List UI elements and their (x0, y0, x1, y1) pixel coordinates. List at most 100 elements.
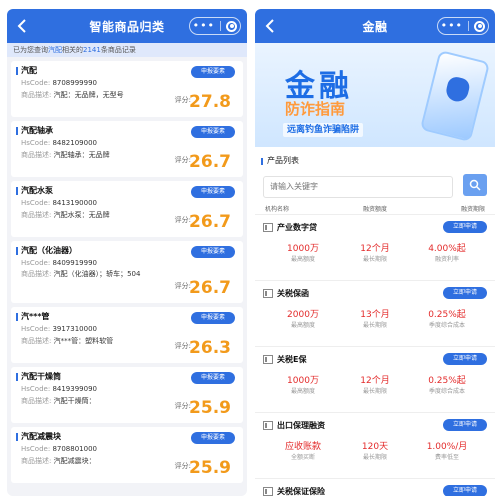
shield-icon (444, 75, 472, 104)
bank-icon (263, 486, 273, 496)
stat-cell: 1.00%/月 费率低至 (415, 441, 479, 463)
declaration-elements-button[interactable]: 申报要素 (191, 126, 235, 138)
hscode-value: 8419399090 (52, 385, 97, 393)
hscode-label: HsCode: (21, 325, 51, 333)
record-keyword: 汽配 (48, 46, 62, 54)
product-stats: 应收账款 全额买断 120天 最长期限 1.00%/月 费率低至 (263, 431, 487, 463)
description-value: 汽配（化油器）；轿车；504 (53, 270, 141, 278)
score-value: 27.8 (189, 92, 231, 112)
hscode-value: 3917310000 (52, 325, 97, 333)
stat-label: 全额买断 (290, 454, 315, 461)
product-card[interactable]: 汽配（化油器） HsCode: 8409919990 商品描述: 汽配（化油器）… (11, 241, 243, 303)
column-header: 融资额度 (362, 206, 387, 213)
stat-label: 费率低至 (434, 454, 459, 461)
stat-value: 应收账款 (284, 442, 321, 452)
product-card[interactable]: 汽配 HsCode: 8708999990 商品描述: 汽配：无品牌，无型号 申… (11, 61, 243, 117)
apply-now-button[interactable]: 立即申请 (443, 221, 487, 233)
stat-value: 12个月 (360, 376, 390, 386)
hscode-label: HsCode: (21, 199, 51, 207)
stat-cell: 2000万 最高额度 (271, 309, 335, 331)
product-name: 产业数字贷 (277, 222, 317, 232)
product-card[interactable]: 汽配轴承 HsCode: 8482109000 商品描述: 汽配轴承：无品牌 申… (11, 121, 243, 177)
banner-subheadline: 防诈指南 (285, 100, 346, 118)
product-name: 出口保理融资 (277, 420, 325, 430)
search-button[interactable] (463, 174, 487, 196)
description-label: 商品描述: (21, 91, 52, 99)
more-icon[interactable]: ••• (193, 20, 215, 31)
hscode-label: HsCode: (21, 139, 51, 147)
record-mid: 相关的 (62, 46, 83, 54)
hscode-value: 8482109000 (52, 139, 97, 147)
anti-fraud-banner[interactable]: 金融 防诈指南 远离钓鱼诈骗陷阱 (255, 43, 495, 147)
declaration-elements-button[interactable]: 申报要素 (191, 66, 235, 78)
stat-cell: 13个月 最长期限 (343, 309, 407, 331)
stat-cell: 12个月 最长期限 (343, 243, 407, 265)
close-target-icon[interactable] (226, 20, 238, 32)
finance-product: 关税E保 立即申请 1000万 最高额度 12个月 最长期限 0.25%起 季度… (255, 346, 495, 412)
product-card[interactable]: 汽配干燥筒 HsCode: 8419399090 商品描述: 汽配干燥筒： 申报… (11, 367, 243, 423)
stat-value: 1.00%/月 (426, 442, 468, 452)
description-label: 商品描述: (21, 211, 52, 219)
hscode-row: HsCode: 8708801000 (21, 443, 237, 455)
description-row: 商品描述: 汽配（化油器）；轿车；504 (21, 269, 169, 279)
apply-now-button[interactable]: 立即申请 (443, 485, 487, 496)
product-stats: 2000万 最高额度 13个月 最长期限 0.25%起 季度综合成本 (263, 299, 487, 331)
hscode-row: HsCode: 8419399090 (21, 383, 237, 395)
stat-label: 最长期限 (362, 256, 387, 263)
description-value: 汽配：无品牌，无型号 (53, 91, 124, 99)
finance-product: 关税保证保险 立即申请 (255, 478, 495, 496)
declaration-elements-button[interactable]: 申报要素 (191, 432, 235, 444)
hscode-row: HsCode: 8409919990 (21, 257, 237, 269)
finance-product: 出口保理融资 立即申请 应收账款 全额买断 120天 最长期限 1.00%/月 … (255, 412, 495, 478)
apply-now-button[interactable]: 立即申请 (443, 419, 487, 431)
declaration-elements-button[interactable]: 申报要素 (191, 186, 235, 198)
declaration-elements-button[interactable]: 申报要素 (191, 246, 235, 258)
bank-icon (263, 222, 273, 232)
apply-now-button[interactable]: 立即申请 (443, 287, 487, 299)
product-stats: 1000万 最高额度 12个月 最长期限 0.25%起 季度综合成本 (263, 365, 487, 397)
stat-label: 最长期限 (362, 388, 387, 395)
column-header: 机构名称 (265, 206, 290, 213)
bank-icon (263, 420, 273, 430)
close-target-icon[interactable] (474, 20, 486, 32)
score-value: 26.3 (189, 338, 231, 358)
stat-cell: 0.25%起 季度综合成本 (415, 375, 479, 397)
stat-value: 120天 (361, 442, 389, 452)
product-card[interactable]: 汽***管 HsCode: 3917310000 商品描述: 汽***管：塑料软… (11, 307, 243, 363)
product-name: 关税保证保险 (277, 486, 325, 496)
more-icon[interactable]: ••• (441, 20, 463, 31)
stat-cell: 12个月 最长期限 (343, 375, 407, 397)
stat-value: 2000万 (287, 310, 319, 320)
back-arrow-icon[interactable] (263, 17, 279, 35)
stat-cell: 1000万 最高额度 (271, 375, 335, 397)
stat-label: 融资利率 (434, 256, 459, 263)
stat-cell: 0.25%起 季度综合成本 (415, 309, 479, 331)
apply-now-button[interactable]: 立即申请 (443, 353, 487, 365)
hscode-row: HsCode: 8413190000 (21, 197, 237, 209)
finance-product: 产业数字贷 立即申请 1000万 最高额度 12个月 最长期限 4.00%起 融… (255, 214, 495, 280)
stat-label: 最长期限 (362, 454, 387, 461)
product-card[interactable]: 汽配水泵 HsCode: 8413190000 商品描述: 汽配水泵：无品牌 申… (11, 181, 243, 237)
stat-cell: 4.00%起 融资利率 (415, 243, 479, 265)
product-card[interactable]: 汽配减震块 HsCode: 8708801000 商品描述: 汽配减震块： 申报… (11, 427, 243, 483)
search-icon (469, 179, 481, 191)
capsule-divider (220, 21, 222, 31)
record-count: 2141 (83, 46, 101, 54)
score-value: 26.7 (189, 278, 231, 298)
record-prefix: 已为您查询 (13, 46, 48, 54)
hscode-row: HsCode: 8482109000 (21, 137, 237, 149)
description-label: 商品描述: (21, 270, 52, 278)
stat-label: 最长期限 (362, 322, 387, 329)
hscode-row: HsCode: 8708999990 (21, 77, 237, 89)
declaration-elements-button[interactable]: 申报要素 (191, 312, 235, 324)
product-classification-screen: 智能商品归类 ••• 已为您查询汽配相关的2141条商品记录 汽配 HsCode… (7, 9, 247, 496)
page-title: 智能商品归类 (89, 19, 165, 34)
back-arrow-icon[interactable] (15, 17, 31, 35)
miniapp-capsule: ••• (189, 17, 241, 35)
product-list-title: 产品列表 (255, 150, 495, 172)
description-label: 商品描述: (21, 337, 52, 345)
search-input[interactable] (263, 175, 453, 198)
product-list: 产业数字贷 立即申请 1000万 最高额度 12个月 最长期限 4.00%起 融… (255, 214, 495, 496)
declaration-elements-button[interactable]: 申报要素 (191, 372, 235, 384)
stat-value: 13个月 (360, 310, 390, 320)
